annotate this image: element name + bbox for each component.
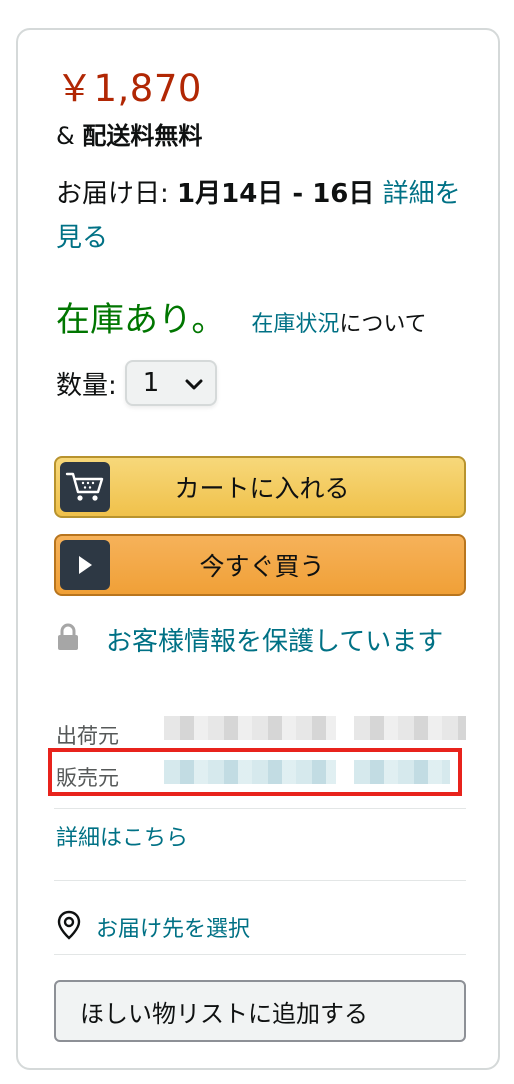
quantity-label: 数量: [56,370,117,401]
delivery-date: 1月14日 - 16日 [177,179,375,209]
price: ￥1,870 [56,67,202,110]
stock-status-link[interactable]: 在庫状況 [251,306,339,338]
add-to-wishlist-button[interactable]: ほしい物リストに追加する [54,980,466,1042]
ships-from-value-redacted-2 [354,716,466,740]
divider [54,954,466,955]
delivery-label: お届け日: [56,179,178,209]
chevron-down-icon [185,368,203,398]
buy-now-button[interactable]: 今すぐ買う [54,534,466,596]
secure-text: お客様情報を保護しています [106,627,444,657]
play-icon [60,540,110,590]
ships-from-value-redacted [164,716,336,740]
stock-status: 在庫あり。 [56,300,226,340]
divider [54,808,466,809]
divider [54,880,466,881]
add-to-cart-button[interactable]: カートに入れる [54,456,466,518]
shipping-prefix: & [56,122,83,150]
add-to-cart-label: カートに入れる [174,474,350,503]
lock-icon [56,621,80,665]
wishlist-label: ほしい物リストに追加する [80,999,368,1028]
quantity-row: 数量: 1 [56,360,217,406]
delivery-address-row[interactable]: お届け先を選択 [56,910,250,944]
seller-highlight-box [48,748,462,796]
secure-transaction[interactable]: お客様情報を保護しています [56,620,466,665]
delivery-info: お届け日: 1月14日 - 16日 詳細を見る [56,172,476,260]
quantity-select[interactable]: 1 [124,360,217,406]
cart-icon [60,462,110,512]
buy-now-label: 今すぐ買う [199,552,325,581]
select-address-link: お届け先を選択 [96,917,251,942]
free-shipping-label: 配送料無料 [82,122,203,150]
stock-row: 在庫あり。 在庫状況 について [56,292,427,341]
stock-suffix: について [339,312,427,337]
ships-from-label: 出荷元 [56,724,119,748]
location-pin-icon [56,910,82,944]
details-link[interactable]: 詳細はこちら [56,820,188,852]
quantity-value: 1 [142,368,160,398]
shipping-info: & 配送料無料 [56,116,202,151]
